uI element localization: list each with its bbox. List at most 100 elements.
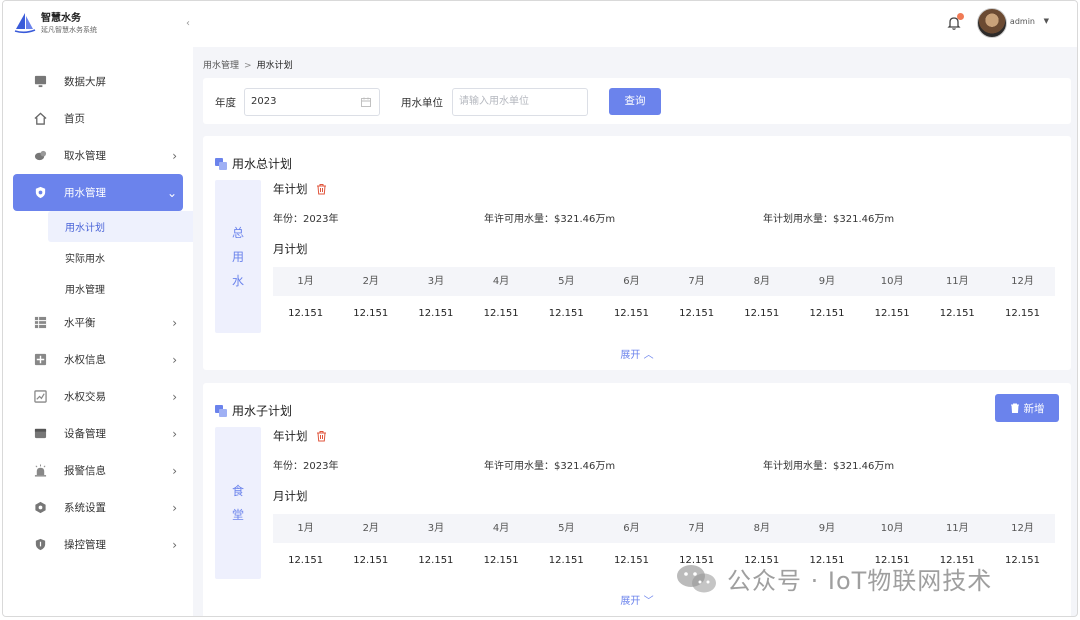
sidebar-item-label: 水权交易	[64, 391, 106, 403]
notification-badge	[957, 13, 964, 20]
month-value-cell: 12.151	[613, 555, 649, 566]
month-header-cell: 6月	[623, 523, 640, 534]
month-header-cell: 2月	[362, 523, 379, 534]
logo: 智慧水务 延凡智慧水务系统	[13, 11, 97, 35]
shield-control-icon	[33, 538, 47, 552]
month-table-header: 1月 2月 3月 4月 5月 6月 7月 8月 9月 10月 11月 12月	[273, 514, 1055, 543]
sub-plan-title: 用水子计划	[232, 404, 293, 418]
allowed-volume-text: 年许可用水量：$321.46万m	[484, 214, 616, 225]
plus-box-icon	[33, 353, 47, 367]
caret-down-icon[interactable]: ▼	[1044, 17, 1049, 25]
side-tab-char: 用	[231, 249, 244, 264]
year-plan-heading: 年计划	[273, 428, 327, 444]
submenu-item-actual-usage[interactable]: 实际用水	[3, 242, 193, 273]
submenu-item-water-plan[interactable]: 用水计划	[48, 211, 193, 242]
card-title: 用水子计划	[215, 402, 292, 419]
month-header-cell: 7月	[688, 523, 705, 534]
side-tab-canteen[interactable]: 食 堂	[215, 427, 261, 579]
sidebar-item-water-rights-trade[interactable]: 水权交易 ›	[3, 378, 193, 415]
chevron-right-icon: ›	[172, 315, 177, 330]
chevron-right-icon: ›	[172, 463, 177, 478]
month-value-cell: 12.151	[288, 308, 324, 319]
month-header-cell: 9月	[818, 276, 836, 287]
sail-logo-icon	[14, 13, 36, 34]
calendar-icon	[361, 97, 371, 107]
chevron-right-icon: ›	[172, 426, 177, 441]
device-icon	[33, 427, 47, 441]
chevron-right-icon: ›	[172, 500, 177, 515]
year-picker[interactable]: 2023	[244, 88, 380, 116]
breadcrumb-parent[interactable]: 用水管理	[203, 61, 239, 71]
wechat-logo-icon	[677, 564, 716, 592]
main-content: 用水管理 > 用水计划 年度 2023 用水单位 请输入用水单位 查询 用水总计划 …	[193, 47, 1077, 616]
sidebar-item-water-rights-info[interactable]: 水权信息 ›	[3, 341, 193, 378]
sidebar-item-device-management[interactable]: 设备管理 ›	[3, 415, 193, 452]
stack-icon	[215, 404, 227, 417]
side-tab-char: 食	[231, 484, 244, 498]
search-bar: 年度 2023 用水单位 请输入用水单位 查询	[203, 78, 1071, 124]
sidebar-item-label: 首页	[64, 113, 85, 125]
year-label: 年度	[215, 97, 236, 109]
breadcrumb: 用水管理 > 用水计划	[203, 58, 293, 71]
month-header-cell: 5月	[558, 276, 575, 287]
sidebar-item-alarm-info[interactable]: 报警信息 ›	[3, 452, 193, 489]
month-header-cell: 8月	[753, 276, 770, 287]
app-title: 智慧水务	[41, 12, 81, 24]
month-value-cell: 12.151	[874, 308, 910, 319]
planned-volume-text: 年计划用水量：$321.46万m	[763, 461, 895, 472]
side-tab-char: 堂	[231, 508, 244, 522]
year-value: 2023	[251, 96, 277, 107]
sidebar-item-control-management[interactable]: 操控管理 ›	[3, 526, 193, 563]
breadcrumb-separator-icon: >	[244, 61, 252, 71]
month-header-cell: 10月	[880, 523, 904, 534]
sidebar-item-water-intake[interactable]: 取水管理 ›	[3, 137, 193, 174]
sidebar-item-label: 数据大屏	[64, 76, 106, 88]
side-tab-char: 总	[231, 225, 244, 240]
grid-icon	[33, 316, 47, 330]
expand-toggle[interactable]: 展开 ︿	[203, 346, 1071, 361]
add-button[interactable]: 新增	[995, 394, 1059, 422]
shield-icon	[33, 186, 47, 200]
month-header-cell: 11月	[945, 276, 969, 287]
sidebar-item-home[interactable]: 首页	[3, 100, 193, 137]
submenu-item-usage-management[interactable]: 用水管理	[3, 273, 193, 304]
avatar[interactable]	[977, 8, 1007, 38]
search-button[interactable]: 查询	[609, 88, 661, 115]
side-tab-total-water[interactable]: 总 用 水	[215, 180, 261, 333]
trash-icon[interactable]	[316, 430, 327, 442]
month-header-cell: 4月	[492, 523, 510, 534]
sidebar-item-data-screen[interactable]: 数据大屏	[3, 63, 193, 100]
username[interactable]: admin	[1010, 17, 1035, 26]
sidebar-item-label: 水平衡	[64, 317, 96, 329]
collapse-sidebar-button[interactable]: ‹	[183, 15, 193, 33]
month-table-row: 12.151 12.151 12.151 12.151 12.151 12.151 12.1…	[273, 296, 1055, 332]
month-value-cell: 12.151	[613, 308, 649, 319]
sidebar-item-water-balance[interactable]: 水平衡 ›	[3, 304, 193, 341]
trash-icon[interactable]	[316, 183, 327, 195]
month-header-cell: 3月	[427, 523, 445, 534]
month-header-cell: 3月	[427, 276, 445, 287]
alarm-icon	[33, 464, 47, 478]
sidebar-item-label: 取水管理	[64, 150, 106, 162]
month-header-cell: 11月	[945, 523, 969, 534]
home-icon	[33, 112, 47, 126]
month-value-cell: 12.151	[483, 555, 519, 566]
month-value-cell: 12.151	[548, 308, 584, 319]
month-header-cell: 7月	[688, 276, 705, 287]
sidebar-item-label: 操控管理	[64, 539, 106, 551]
sidebar-item-label: 系统设置	[64, 502, 106, 514]
month-header-cell: 1月	[297, 523, 314, 534]
unit-label: 用水单位	[401, 97, 443, 109]
month-value-cell: 12.151	[1004, 308, 1040, 319]
sidebar-item-water-usage[interactable]: 用水管理 ⌄	[13, 174, 183, 211]
month-header-cell: 4月	[492, 276, 510, 287]
unit-input[interactable]: 请输入用水单位	[452, 88, 588, 116]
month-table: 1月 2月 3月 4月 5月 6月 7月 8月 9月 10月 11月 12月 12.151 12.151…	[273, 267, 1055, 332]
month-plan-label: 月计划	[273, 242, 308, 256]
sidebar-item-label: 报警信息	[64, 465, 106, 477]
month-table-header: 1月 2月 3月 4月 5月 6月 7月 8月 9月 10月 11月 12月	[273, 267, 1055, 296]
sidebar-item-system-settings[interactable]: 系统设置 ›	[3, 489, 193, 526]
notification-bell-icon[interactable]	[946, 13, 964, 31]
hex-gear-icon	[33, 501, 47, 515]
month-value-cell: 12.151	[353, 308, 389, 319]
